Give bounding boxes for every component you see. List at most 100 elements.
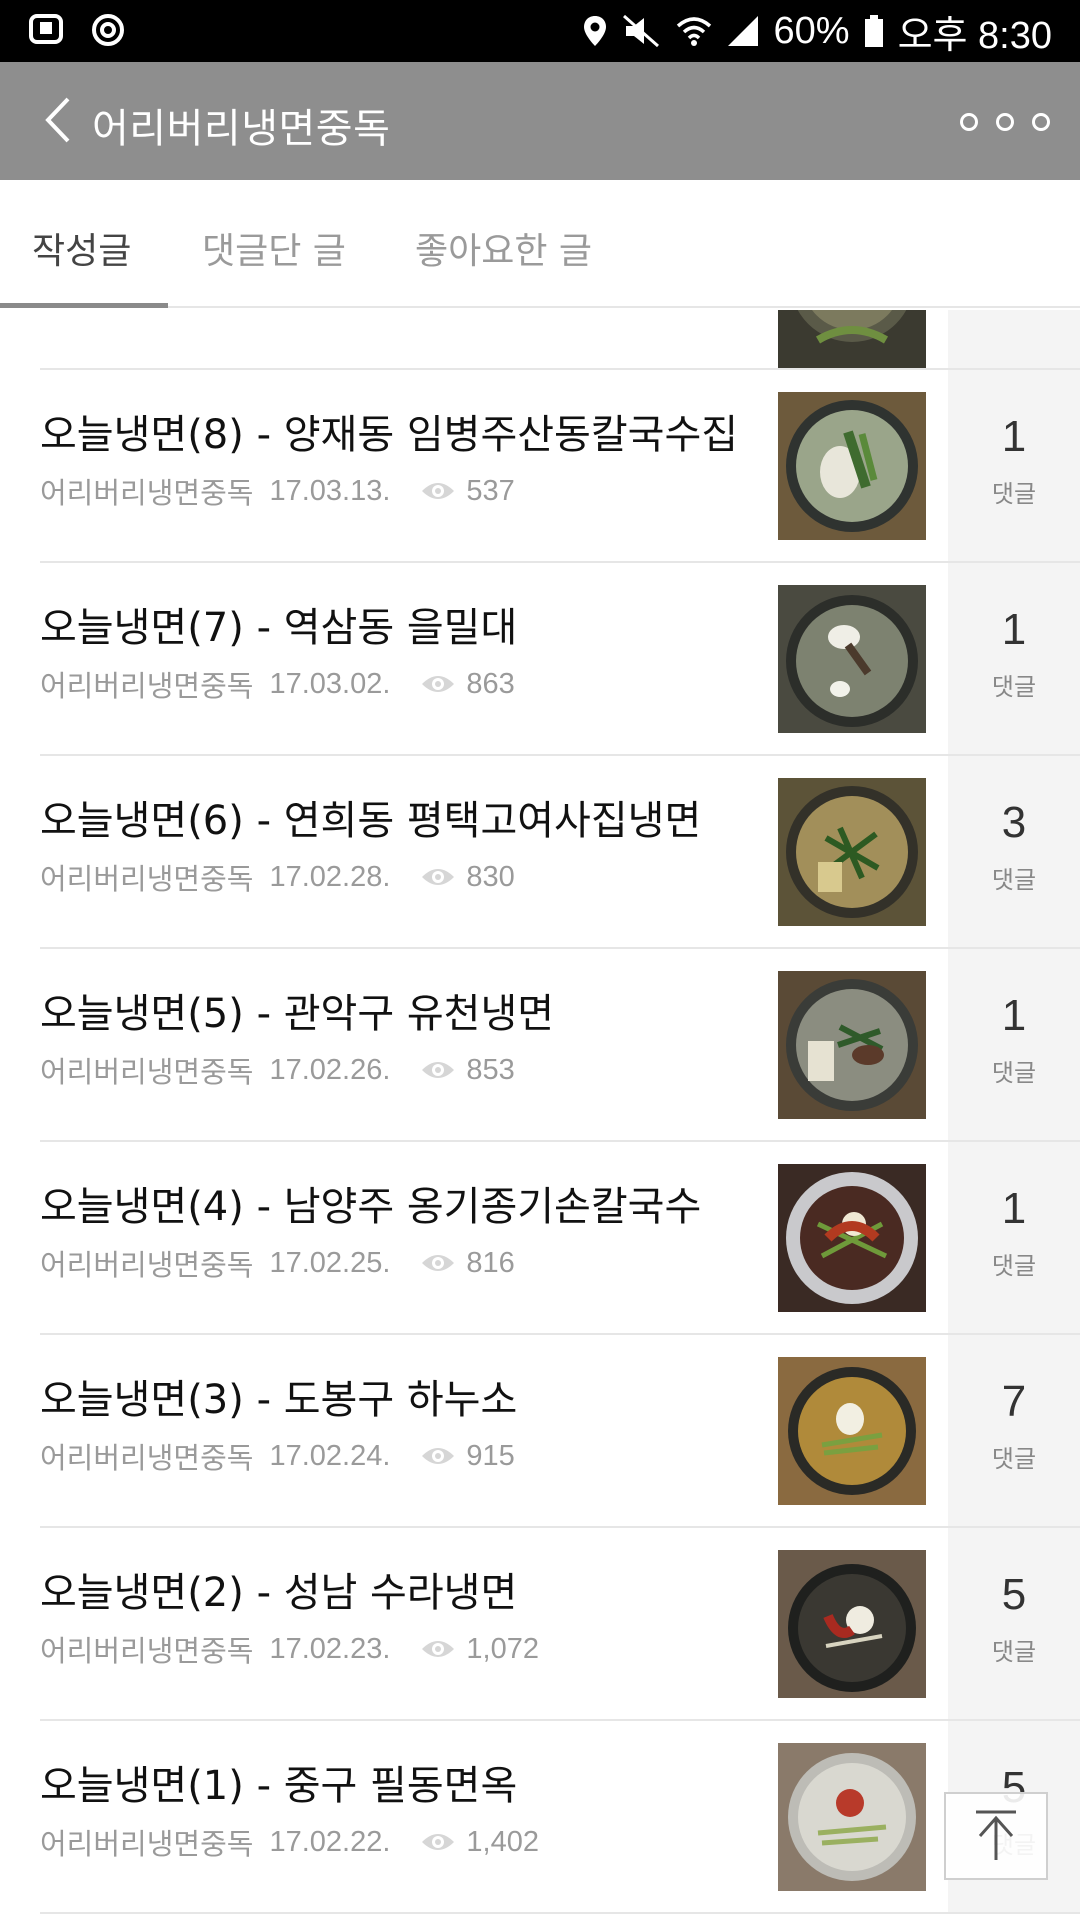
more-dots-icon <box>996 113 1014 131</box>
comment-count: 1 <box>1001 991 1027 1040</box>
wifi-icon <box>676 17 711 46</box>
post-author: 어리버리냉면중독 <box>40 669 254 703</box>
comment-count-column[interactable]: 7 댓글 <box>948 1335 1080 1528</box>
list-item[interactable]: 오늘냉면(4) - 남양주 옹기종기손칼국수 어리버리냉면중독 17.02.25… <box>0 1142 1080 1335</box>
post-title[interactable]: 오늘냉면(4) - 남양주 옹기종기손칼국수 <box>40 1174 701 1232</box>
arrow-up-icon <box>976 1810 1016 1860</box>
post-thumbnail[interactable] <box>778 1357 926 1505</box>
eye-icon <box>422 1448 455 1464</box>
post-author: 어리버리냉면중독 <box>40 1248 254 1282</box>
post-author: 어리버리냉면중독 <box>40 1827 254 1861</box>
list-item[interactable]: 오늘냉면(2) - 성남 수라냉면 어리버리냉면중독 17.02.23. 1,0… <box>0 1528 1080 1721</box>
post-date: 17.02.25. <box>269 1246 391 1279</box>
eye-icon <box>422 483 455 499</box>
more-button[interactable] <box>960 102 1050 142</box>
eye-icon <box>422 869 455 885</box>
post-thumbnail[interactable] <box>778 1743 926 1891</box>
list-item[interactable]: 오늘냉면(7) - 역삼동 을밀대 어리버리냉면중독 17.03.02. 863… <box>0 563 1080 756</box>
post-title[interactable]: 오늘냉면(7) - 역삼동 을밀대 <box>40 595 517 653</box>
post-author: 어리버리냉면중독 <box>40 862 254 896</box>
post-views: 1,072 <box>466 1632 539 1665</box>
comment-count-column[interactable]: 1 댓글 <box>948 1142 1080 1335</box>
tab-liked-posts[interactable]: 좋아요한 글 <box>415 222 592 274</box>
post-meta: 어리버리냉면중독 17.02.28. 830 <box>40 856 515 898</box>
post-date: 17.02.24. <box>269 1439 391 1472</box>
divider <box>40 1912 1080 1914</box>
post-meta: 어리버리냉면중독 17.02.25. 816 <box>40 1242 515 1284</box>
comment-count: 3 <box>1001 798 1027 847</box>
post-thumbnail[interactable] <box>778 1550 926 1698</box>
post-date: 17.02.28. <box>269 860 391 893</box>
comment-count: 7 <box>1001 1377 1027 1426</box>
post-meta: 어리버리냉면중독 17.03.02. 863 <box>40 663 515 705</box>
post-meta: 어리버리냉면중독 17.02.26. 853 <box>40 1049 515 1091</box>
tab-commented-posts[interactable]: 댓글단 글 <box>202 222 346 274</box>
comment-count-column[interactable]: 5 댓글 <box>948 1528 1080 1721</box>
clock: 오후 8:30 <box>897 14 1052 57</box>
comment-count-column[interactable]: 1 댓글 <box>948 563 1080 756</box>
post-thumbnail[interactable] <box>778 778 926 926</box>
post-list[interactable]: 오늘냉면(8) - 양재동 임병주산동칼국수집 어리버리냉면중독 17.03.1… <box>0 310 1080 1920</box>
eye-icon <box>422 1834 455 1850</box>
status-bar-left <box>28 12 130 48</box>
post-title[interactable]: 오늘냉면(2) - 성남 수라냉면 <box>40 1560 517 1618</box>
comment-label: 댓글 <box>991 866 1037 894</box>
post-author: 어리버리냉면중독 <box>40 1055 254 1089</box>
status-bar: 60% 오후 8:30 <box>0 0 1080 62</box>
post-views: 853 <box>466 1053 515 1086</box>
scroll-to-top-button[interactable] <box>944 1792 1048 1880</box>
post-views: 537 <box>466 474 515 507</box>
battery-percent: 60% <box>773 9 850 52</box>
post-date: 17.03.13. <box>269 474 391 507</box>
status-bar-right: 60% 오후 8:30 <box>582 0 1052 62</box>
post-title[interactable]: 오늘냉면(3) - 도봉구 하누소 <box>40 1367 517 1425</box>
page-title: 어리버리냉면중독 <box>92 106 391 152</box>
comment-label: 댓글 <box>991 1059 1037 1087</box>
post-author: 어리버리냉면중독 <box>40 1441 254 1475</box>
post-meta: 어리버리냉면중독 17.02.23. 1,072 <box>40 1628 539 1670</box>
post-meta: 어리버리냉면중독 17.03.13. 537 <box>40 470 515 512</box>
more-dots-icon <box>960 113 978 131</box>
eye-icon <box>422 1062 455 1078</box>
comment-label: 댓글 <box>991 673 1037 701</box>
chevron-left-icon <box>45 97 70 143</box>
eye-icon <box>422 676 455 692</box>
post-thumbnail[interactable] <box>778 971 926 1119</box>
comment-label: 댓글 <box>991 1638 1037 1666</box>
comment-count-column <box>948 310 1080 370</box>
post-date: 17.02.23. <box>269 1632 391 1665</box>
post-views: 915 <box>466 1439 515 1472</box>
comment-label: 댓글 <box>991 1252 1037 1280</box>
signal-icon <box>727 16 758 46</box>
comment-count: 5 <box>1001 1570 1027 1619</box>
post-thumbnail[interactable] <box>778 585 926 733</box>
post-title[interactable]: 오늘냉면(6) - 연희동 평택고여사집냉면 <box>40 788 701 846</box>
post-title[interactable]: 오늘냉면(1) - 중구 필동면옥 <box>40 1753 517 1811</box>
comment-count-column[interactable]: 1 댓글 <box>948 370 1080 563</box>
app-notification-icon-2 <box>92 14 124 46</box>
comment-count-column[interactable]: 1 댓글 <box>948 949 1080 1142</box>
post-thumbnail[interactable] <box>778 392 926 540</box>
list-item-partial[interactable] <box>0 310 1080 370</box>
active-tab-indicator <box>0 303 168 308</box>
tab-my-posts[interactable]: 작성글 <box>32 222 131 274</box>
comment-label: 댓글 <box>991 480 1037 508</box>
list-item[interactable]: 오늘냉면(5) - 관악구 유천냉면 어리버리냉면중독 17.02.26. 85… <box>0 949 1080 1142</box>
back-button[interactable] <box>28 90 88 150</box>
post-thumbnail[interactable] <box>778 1164 926 1312</box>
post-meta: 어리버리냉면중독 17.02.22. 1,402 <box>40 1821 539 1863</box>
list-item[interactable]: 오늘냉면(1) - 중구 필동면옥 어리버리냉면중독 17.02.22. 1,4… <box>0 1721 1080 1914</box>
post-date: 17.02.26. <box>269 1053 391 1086</box>
post-views: 830 <box>466 860 515 893</box>
list-item[interactable]: 오늘냉면(6) - 연희동 평택고여사집냉면 어리버리냉면중독 17.02.28… <box>0 756 1080 949</box>
comment-count: 1 <box>1001 412 1027 461</box>
post-views: 863 <box>466 667 515 700</box>
comment-count-column[interactable]: 3 댓글 <box>948 756 1080 949</box>
post-title[interactable]: 오늘냉면(8) - 양재동 임병주산동칼국수집 <box>40 402 738 460</box>
list-item[interactable]: 오늘냉면(3) - 도봉구 하누소 어리버리냉면중독 17.02.24. 915… <box>0 1335 1080 1528</box>
post-thumbnail <box>778 310 926 368</box>
comment-count: 1 <box>1001 605 1027 654</box>
list-item[interactable]: 오늘냉면(8) - 양재동 임병주산동칼국수집 어리버리냉면중독 17.03.1… <box>0 370 1080 563</box>
location-icon <box>583 16 606 46</box>
post-title[interactable]: 오늘냉면(5) - 관악구 유천냉면 <box>40 981 554 1039</box>
